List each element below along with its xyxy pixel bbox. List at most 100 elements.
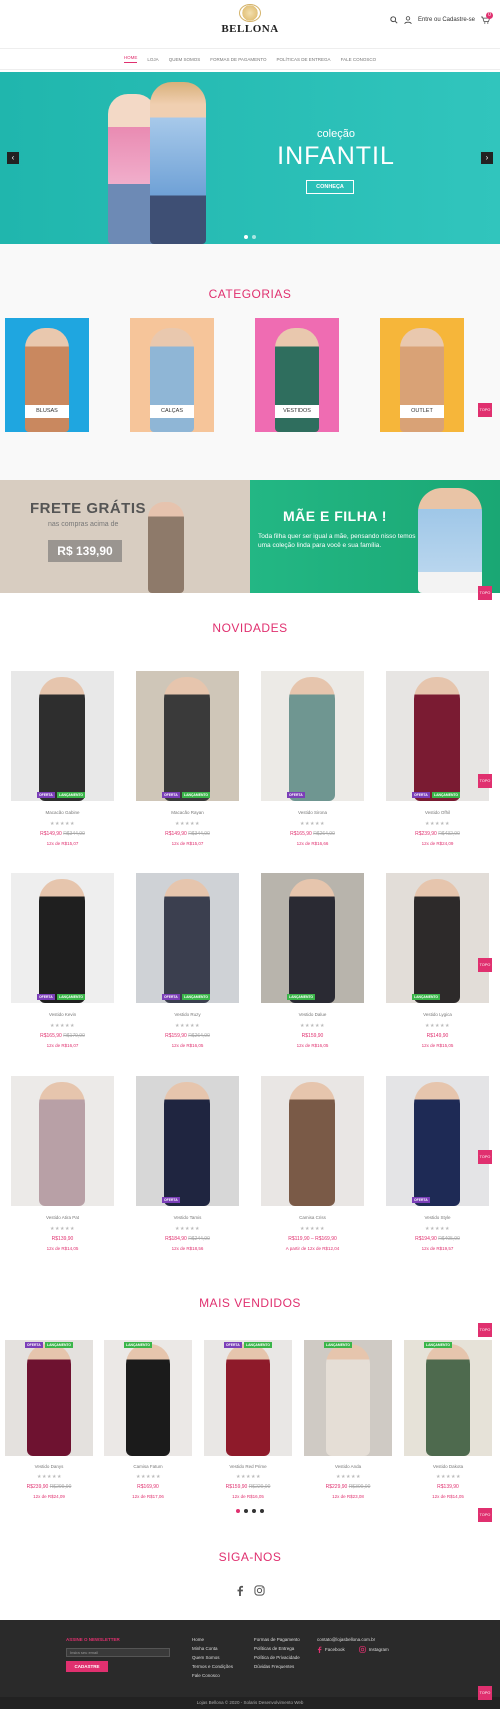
hero-cta-button[interactable]: CONHEÇA [306, 180, 354, 194]
nav-home[interactable]: HOME [123, 55, 138, 63]
carousel-dot[interactable] [260, 1509, 264, 1513]
category-card[interactable]: OUTLET [380, 318, 464, 432]
footer-link-privacidade[interactable]: Política de Privacidade [254, 1653, 300, 1662]
footer-link-entrega[interactable]: Políticas de Entrega [254, 1644, 300, 1653]
product-name[interactable]: Vestido Atira Pat [11, 1215, 114, 1220]
offer-tag: OFERTA [162, 994, 180, 1000]
product-name[interactable]: Vestido Ruzy [136, 1012, 239, 1017]
footer-link-duvidas[interactable]: Dúvidas Frequentes [254, 1662, 300, 1671]
footer-email[interactable]: contato@lojasbellona.com.br [317, 1635, 389, 1644]
new-tag: LANÇAMENTO [182, 994, 211, 1000]
back-to-top-button[interactable]: TOPO [478, 774, 492, 788]
slider-next-icon[interactable]: › [481, 152, 493, 164]
carousel-dot[interactable] [236, 1509, 240, 1513]
footer-link-fale-conosco[interactable]: Fale Conosco [192, 1671, 233, 1680]
cart-icon[interactable]: 0 [481, 12, 493, 24]
footer-link-home[interactable]: Home [192, 1635, 233, 1644]
carousel-dot[interactable] [244, 1509, 248, 1513]
product-image[interactable]: OFERTA LANÇAMENTO [386, 671, 489, 801]
nav-fale-conosco[interactable]: FALE CONOSCO [341, 57, 377, 62]
product-name[interactable]: Vestido Anda [304, 1464, 392, 1469]
user-icon[interactable] [404, 16, 412, 24]
product-image[interactable]: OFERTA LANÇAMENTO [204, 1340, 292, 1456]
old-price: R$179,90 [63, 1033, 85, 1039]
installments: 12x de R$16,05 [171, 1043, 204, 1048]
product-image[interactable]: LANÇAMENTO [261, 873, 364, 1003]
product-name[interactable]: Vestido Dalue [261, 1012, 364, 1017]
category-label: OUTLET [400, 405, 444, 418]
categories-title: CATEGORIAS [208, 287, 292, 301]
product-image[interactable]: OFERTA [386, 1076, 489, 1206]
product-image[interactable] [261, 1076, 364, 1206]
category-card[interactable]: BLUSAS [5, 318, 89, 432]
facebook-icon[interactable] [236, 1585, 244, 1596]
product-name[interactable]: Vestido Lygica [386, 1012, 489, 1017]
product-image[interactable]: OFERTA LANÇAMENTO [11, 873, 114, 1003]
product-image[interactable]: OFERTA LANÇAMENTO [136, 873, 239, 1003]
search-icon[interactable] [390, 16, 398, 24]
product-name[interactable]: Vestido Kevin [11, 1012, 114, 1017]
footer-link-termos[interactable]: Termos e Condições [192, 1662, 233, 1671]
product-name[interactable]: Vestido Tamis [136, 1215, 239, 1220]
slider-prev-icon[interactable]: ‹ [7, 152, 19, 164]
product-name[interactable]: Camisa Fatum [104, 1464, 192, 1469]
newsletter-email-input[interactable]: Insira seu email [66, 1648, 170, 1657]
product-name[interactable]: Macacão Rayan [136, 810, 239, 815]
product-name[interactable]: Vestido Red Prime [204, 1464, 292, 1469]
product-name[interactable]: Vestido Ofhil [386, 810, 489, 815]
product-image[interactable]: LANÇAMENTO [386, 873, 489, 1003]
nav-formas-pagamento[interactable]: FORMAS DE PAGAMENTO [210, 57, 266, 62]
product-image[interactable]: OFERTA [136, 1076, 239, 1206]
instagram-icon[interactable] [254, 1585, 265, 1596]
category-card[interactable]: CALÇAS [130, 318, 214, 432]
product-image[interactable]: OFERTA LANÇAMENTO [11, 671, 114, 801]
footer-instagram-link[interactable]: Instagram [358, 1645, 389, 1654]
product-name[interactable]: Vestido Sirona [261, 810, 364, 815]
footer-link-pagamento[interactable]: Formas de Pagamento [254, 1635, 300, 1644]
free-shipping-banner[interactable] [0, 480, 250, 593]
product-image[interactable] [11, 1076, 114, 1206]
product-name[interactable]: Macacão Gabine [11, 810, 114, 815]
back-to-top-button[interactable]: TOPO [478, 1323, 492, 1337]
product-figure [27, 1344, 71, 1456]
product-price: R$119,90 – R$169,90 [261, 1236, 364, 1242]
product-image[interactable]: LANÇAMENTO [104, 1340, 192, 1456]
account-link[interactable]: Entre ou Cadastre-se [418, 17, 475, 23]
installments: 12x de R$23,08 [332, 1494, 364, 1499]
product-name[interactable]: Vestido Danys [5, 1464, 93, 1469]
main-nav: HOME LOJA QUEM SOMOS FORMAS DE PAGAMENTO… [0, 48, 500, 70]
new-tag: LANÇAMENTO [244, 1342, 273, 1348]
product-image[interactable]: LANÇAMENTO [304, 1340, 392, 1456]
nav-politicas-entrega[interactable]: POLÍTICAS DE ENTREGA [277, 57, 331, 62]
product-image[interactable]: OFERTA LANÇAMENTO [5, 1340, 93, 1456]
product-image[interactable]: OFERTA [261, 671, 364, 801]
carousel-dot[interactable] [252, 1509, 256, 1513]
back-to-top-button[interactable]: TOPO [478, 403, 492, 417]
newsletter-submit-button[interactable]: CADASTRE [66, 1661, 108, 1672]
nav-quem-somos[interactable]: QUEM SOMOS [169, 57, 201, 62]
nav-loja[interactable]: LOJA [147, 57, 158, 62]
slider-dot[interactable] [244, 235, 248, 239]
back-to-top-button[interactable]: TOPO [478, 1150, 492, 1164]
brand-logo[interactable]: BELLONA [211, 4, 289, 35]
current-price: R$159,90 [225, 1484, 248, 1490]
back-to-top-button[interactable]: TOPO [478, 1508, 492, 1522]
hero-subtitle: coleção [317, 128, 355, 140]
footer-link-minha-conta[interactable]: Minha Conta [192, 1644, 233, 1653]
product-name[interactable]: Camisa Criss [261, 1215, 364, 1220]
back-to-top-button[interactable]: TOPO [478, 958, 492, 972]
back-to-top-button[interactable]: TOPO [478, 586, 492, 600]
product-figure [289, 677, 335, 801]
old-price: R$344,90 [188, 831, 210, 837]
product-name[interactable]: Vestido Dakota [404, 1464, 492, 1469]
product-image[interactable]: LANÇAMENTO [404, 1340, 492, 1456]
back-to-top-button[interactable]: TOPO [478, 1686, 492, 1700]
slider-dot[interactable] [252, 235, 256, 239]
product-name[interactable]: Vestido Style [386, 1215, 489, 1220]
product-image[interactable]: OFERTA LANÇAMENTO [136, 671, 239, 801]
footer-link-quem-somos[interactable]: Quem Somos [192, 1653, 233, 1662]
old-price: R$264,90 [188, 1033, 210, 1039]
category-card[interactable]: VESTIDOS [255, 318, 339, 432]
footer-facebook-link[interactable]: Facebook [317, 1645, 345, 1654]
category-label: VESTIDOS [275, 405, 319, 418]
